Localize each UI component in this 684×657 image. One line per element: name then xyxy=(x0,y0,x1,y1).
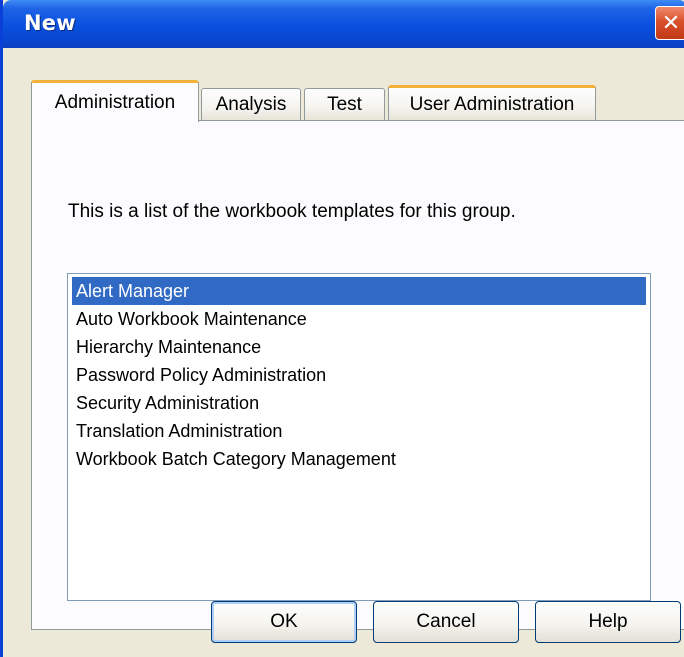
dialog-title: New xyxy=(24,11,76,35)
list-item[interactable]: Alert Manager xyxy=(72,277,646,305)
tab-label: Administration xyxy=(54,91,176,113)
close-button[interactable]: ✕ xyxy=(655,6,684,40)
close-icon: ✕ xyxy=(661,10,681,36)
list-item[interactable]: Security Administration xyxy=(72,389,646,417)
tab-user-administration[interactable]: User Administration xyxy=(388,85,596,121)
ok-button[interactable]: OK xyxy=(211,601,357,643)
new-dialog: New ✕ Administration Analysis Test User … xyxy=(0,0,684,657)
tab-label: Analysis xyxy=(215,94,287,115)
list-item[interactable]: Hierarchy Maintenance xyxy=(72,333,646,361)
list-item[interactable]: Password Policy Administration xyxy=(72,361,646,389)
tab-control: Administration Analysis Test User Admini… xyxy=(6,48,684,657)
list-item[interactable]: Translation Administration xyxy=(72,417,646,445)
help-button[interactable]: Help xyxy=(535,601,681,643)
tab-analysis[interactable]: Analysis xyxy=(201,88,301,121)
cancel-button[interactable]: Cancel xyxy=(373,601,519,643)
tab-panel-administration: This is a list of the workbook templates… xyxy=(31,120,684,630)
template-listbox[interactable]: Alert Manager Auto Workbook Maintenance … xyxy=(67,273,651,601)
tab-test[interactable]: Test xyxy=(304,88,385,121)
tab-label: Test xyxy=(327,94,362,115)
list-item[interactable]: Workbook Batch Category Management xyxy=(72,445,646,473)
tab-administration[interactable]: Administration xyxy=(31,80,199,122)
panel-description: This is a list of the workbook templates… xyxy=(68,201,516,222)
list-item[interactable]: Auto Workbook Maintenance xyxy=(72,305,646,333)
tab-label: User Administration xyxy=(409,93,575,115)
title-bar[interactable]: New ✕ xyxy=(3,0,684,48)
